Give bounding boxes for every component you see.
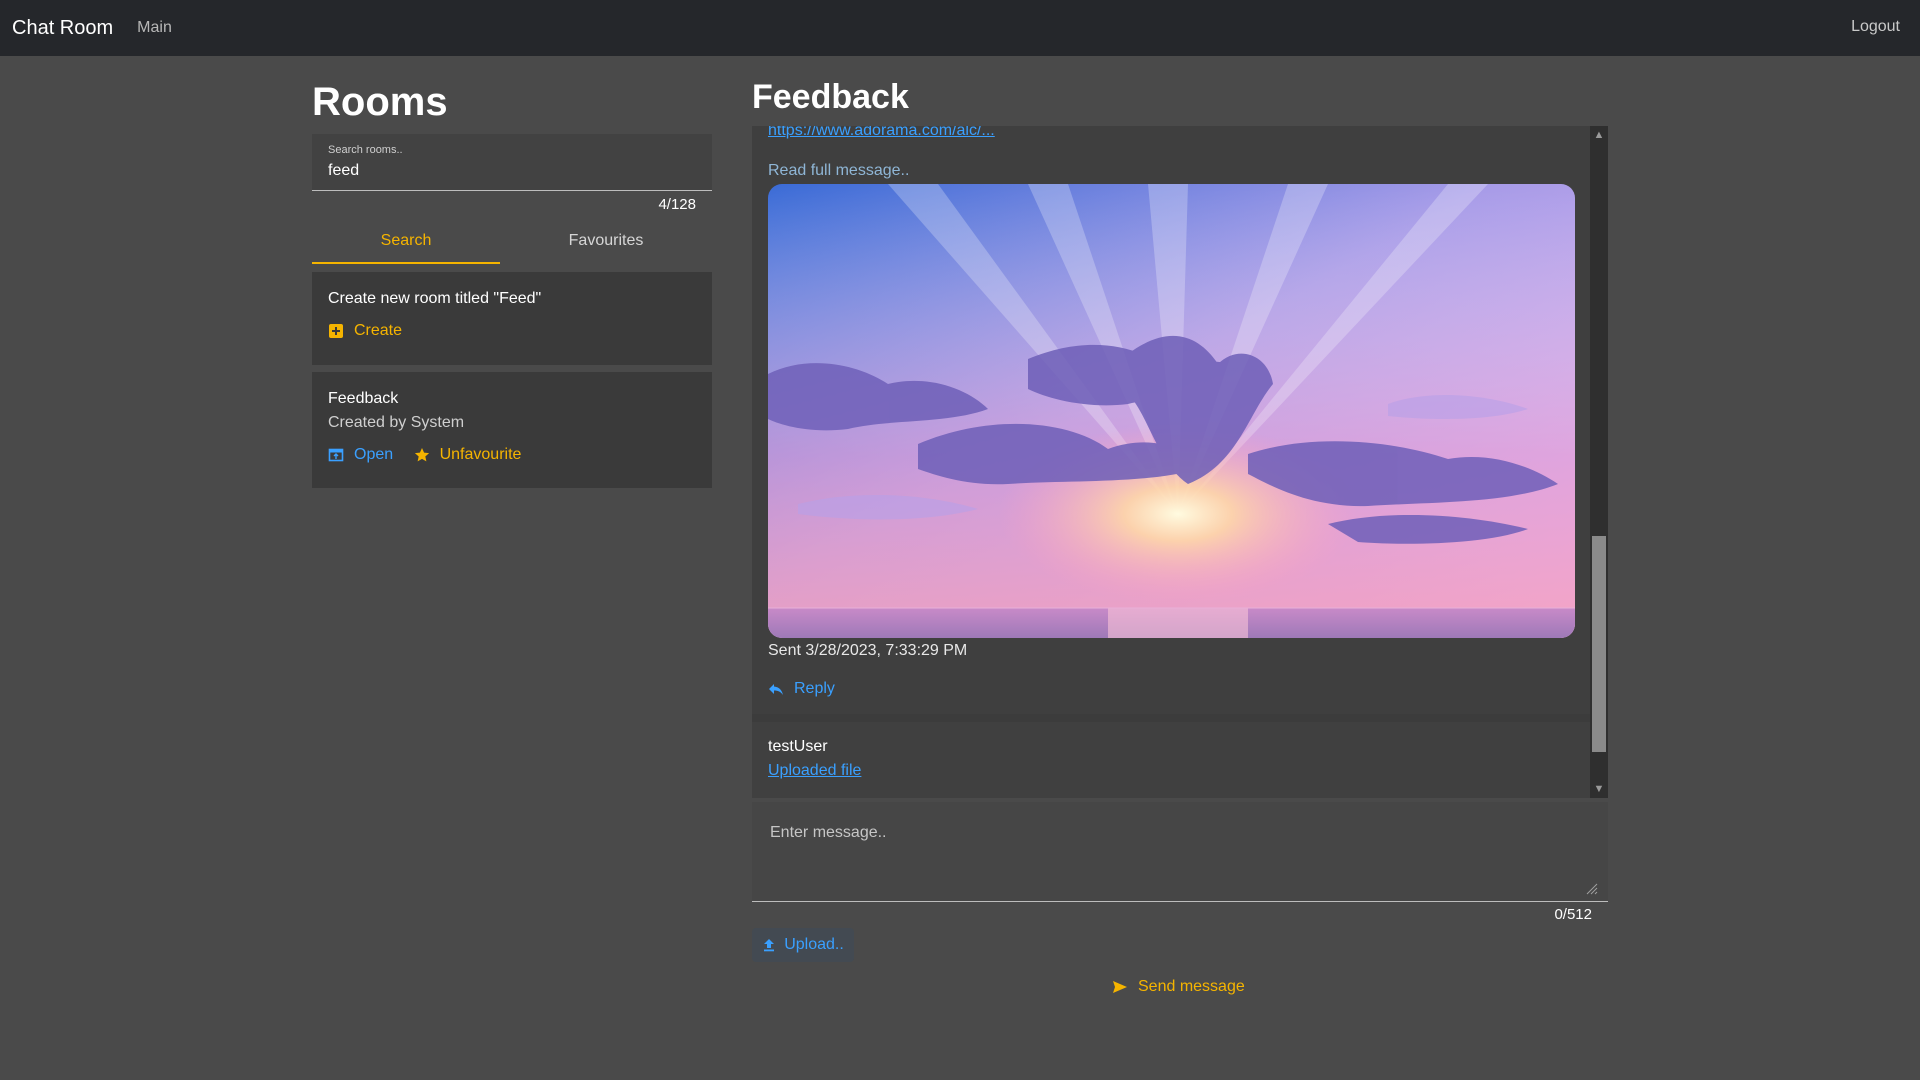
message-char-count: 0/512: [1554, 906, 1592, 923]
reply-button[interactable]: Reply: [768, 680, 835, 698]
scroll-up-arrow-icon[interactable]: ▲: [1590, 128, 1608, 142]
unfavourite-button[interactable]: Unfavourite: [414, 446, 522, 464]
upload-label: Upload..: [784, 936, 844, 953]
create-room-card: Create new room titled "Feed" Create: [312, 272, 712, 365]
upload-button[interactable]: Upload..: [752, 928, 854, 962]
scroll-down-arrow-icon[interactable]: ▼: [1590, 782, 1608, 796]
read-full-message-link[interactable]: Read full message..: [768, 162, 909, 180]
create-room-title: Create new room titled "Feed": [328, 290, 542, 307]
nav-main-link[interactable]: Main: [137, 19, 172, 37]
message-scrollbar[interactable]: ▲ ▼: [1590, 126, 1608, 798]
uploaded-file-link[interactable]: Uploaded file: [768, 762, 861, 780]
message-item: testUser Uploaded file: [752, 722, 1590, 798]
rooms-heading: Rooms: [312, 80, 448, 124]
create-label: Create: [354, 322, 403, 339]
send-label: Send message: [1138, 978, 1245, 995]
upload-icon: [762, 938, 776, 952]
logout-link[interactable]: Logout: [1851, 18, 1900, 36]
search-label: Search rooms..: [328, 144, 403, 156]
send-message-button[interactable]: Send message: [1112, 978, 1245, 996]
open-window-icon: [328, 447, 344, 463]
sunset-photo[interactable]: [768, 184, 1575, 638]
message-input[interactable]: [768, 822, 1596, 898]
message-composer[interactable]: [752, 802, 1608, 902]
scrollbar-thumb[interactable]: [1592, 536, 1606, 752]
tab-favourites[interactable]: Favourites: [500, 220, 712, 264]
message-author: testUser: [768, 738, 828, 755]
room-title: Feedback: [752, 78, 909, 116]
message-link[interactable]: https://www.adorama.com/alc/...: [768, 126, 995, 140]
room-name: Feedback: [328, 390, 399, 407]
room-creator: Created by System: [328, 414, 465, 431]
app-brand[interactable]: Chat Room: [12, 17, 113, 40]
plus-box-icon: [328, 323, 344, 339]
open-room-button[interactable]: Open: [328, 446, 393, 464]
create-room-button[interactable]: Create: [328, 322, 402, 340]
reply-label: Reply: [794, 680, 835, 697]
open-label: Open: [354, 446, 394, 463]
room-card-feedback: Feedback Created by System Open Unfavour…: [312, 372, 712, 488]
top-navbar: Chat Room Main Logout: [0, 0, 1920, 56]
message-item: https://www.adorama.com/alc/... Read ful…: [752, 126, 1590, 714]
message-list: https://www.adorama.com/alc/... Read ful…: [752, 126, 1608, 798]
search-char-count: 4/128: [658, 196, 696, 213]
room-search-input[interactable]: [328, 162, 696, 180]
room-search-field[interactable]: Search rooms..: [312, 134, 712, 191]
tab-search[interactable]: Search: [312, 220, 500, 264]
sent-timestamp: Sent 3/28/2023, 7:33:29 PM: [768, 642, 968, 659]
send-icon: [1112, 979, 1128, 995]
unfavourite-label: Unfavourite: [439, 446, 522, 463]
resize-grip-icon[interactable]: [1586, 883, 1598, 895]
reply-arrow-icon: [768, 681, 784, 697]
star-icon: [414, 447, 430, 463]
room-tabs: Search Favourites: [312, 220, 712, 264]
